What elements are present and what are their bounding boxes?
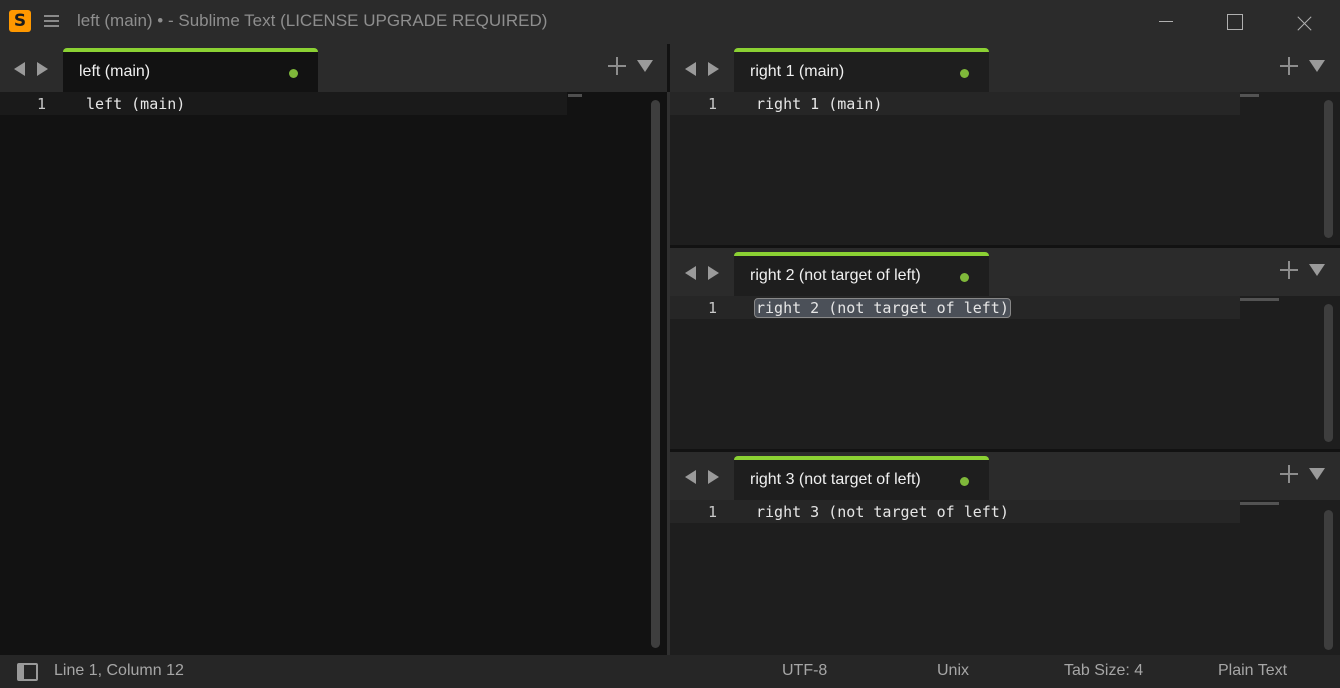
unsaved-dot-icon[interactable] (960, 69, 969, 78)
next-tab-icon[interactable] (708, 470, 719, 484)
close-button[interactable] (1271, 0, 1337, 44)
tab-list-dropdown-icon[interactable] (1309, 264, 1325, 276)
tab-label: left (main) (79, 63, 151, 80)
minimap[interactable] (568, 94, 582, 97)
selected-code-line[interactable]: right 2 (not target of left) (754, 298, 1011, 318)
syntax-selector[interactable]: Plain Text (1218, 662, 1287, 680)
tabbar-right-1: right 1 (main) (670, 44, 1340, 92)
previous-tab-icon[interactable] (685, 266, 696, 280)
unsaved-dot-icon[interactable] (289, 69, 298, 78)
line-number: 1 (708, 299, 718, 317)
tabbar-right-3: right 3 (not target of left) (670, 452, 1340, 500)
new-tab-plus-icon[interactable] (1280, 57, 1298, 75)
title-bar: S left (main) • - Sublime Text (LICENSE … (0, 0, 1340, 44)
previous-tab-icon[interactable] (685, 62, 696, 76)
cursor-position: Line 1, Column 12 (54, 662, 184, 679)
minimap[interactable] (1240, 502, 1279, 505)
minimap[interactable] (1240, 298, 1279, 301)
new-tab-plus-icon[interactable] (1280, 465, 1298, 483)
previous-tab-icon[interactable] (685, 470, 696, 484)
code-line[interactable]: left (main) (86, 95, 185, 113)
editor-right-2[interactable]: 1 right 2 (not target of left) (670, 296, 1340, 449)
line-number: 1 (708, 95, 718, 113)
scrollbar-right-1[interactable] (1324, 100, 1333, 238)
tab-size-selector[interactable]: Tab Size: 4 (1064, 662, 1143, 680)
tab-list-dropdown-icon[interactable] (1309, 468, 1325, 480)
tabbar-left: left (main) (0, 44, 667, 92)
editor-left[interactable]: 1 left (main) (0, 92, 667, 655)
new-tab-plus-icon[interactable] (608, 57, 626, 75)
minimap[interactable] (1240, 94, 1259, 97)
status-bar: Line 1, Column 12 UTF-8 Unix Tab Size: 4… (0, 655, 1340, 688)
next-tab-icon[interactable] (708, 62, 719, 76)
sublime-logo-icon: S (9, 10, 31, 32)
editor-right-1[interactable]: 1 right 1 (main) (670, 92, 1340, 245)
tab-left-main[interactable]: left (main) (63, 48, 318, 92)
line-number: 1 (37, 95, 47, 113)
scrollbar-right-2[interactable] (1324, 304, 1333, 442)
tab-label: right 2 (not target of left) (750, 267, 921, 284)
tab-label: right 1 (main) (750, 63, 845, 80)
scrollbar-right-3[interactable] (1324, 510, 1333, 650)
encoding-selector[interactable]: UTF-8 (782, 662, 827, 680)
editor-right-3[interactable]: 1 right 3 (not target of left) (670, 500, 1340, 655)
tab-right-3[interactable]: right 3 (not target of left) (734, 456, 989, 500)
tab-list-dropdown-icon[interactable] (637, 60, 653, 72)
unsaved-dot-icon[interactable] (960, 477, 969, 486)
maximize-button[interactable] (1201, 0, 1267, 44)
tab-label: right 3 (not target of left) (750, 471, 921, 488)
tab-list-dropdown-icon[interactable] (1309, 60, 1325, 72)
next-tab-icon[interactable] (708, 266, 719, 280)
new-tab-plus-icon[interactable] (1280, 261, 1298, 279)
line-number: 1 (708, 503, 718, 521)
code-line[interactable]: right 3 (not target of left) (756, 503, 1009, 521)
sidebar-toggle-icon[interactable] (17, 663, 38, 681)
tab-right-1[interactable]: right 1 (main) (734, 48, 989, 92)
tab-right-2[interactable]: right 2 (not target of left) (734, 252, 989, 296)
hamburger-menu-icon[interactable] (44, 15, 59, 27)
next-tab-icon[interactable] (37, 62, 48, 76)
tabbar-right-2: right 2 (not target of left) (670, 248, 1340, 296)
line-endings-selector[interactable]: Unix (937, 662, 969, 680)
code-line[interactable]: right 1 (main) (756, 95, 882, 113)
unsaved-dot-icon[interactable] (960, 273, 969, 282)
scrollbar-left[interactable] (651, 100, 660, 648)
window-title: left (main) • - Sublime Text (LICENSE UP… (77, 11, 548, 30)
previous-tab-icon[interactable] (14, 62, 25, 76)
minimize-button[interactable] (1133, 0, 1199, 44)
